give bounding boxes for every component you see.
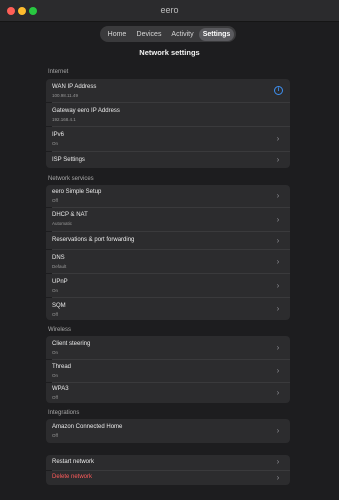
row-label: WAN IP Address xyxy=(52,84,97,90)
row-value: Off xyxy=(52,312,58,317)
row-label: Thread xyxy=(52,364,72,370)
chevron-right-icon: › xyxy=(276,236,280,245)
tab-activity[interactable]: Activity xyxy=(166,28,199,41)
client-steering-row[interactable]: Client steering On › xyxy=(46,336,290,359)
delete-network-label: Delete network xyxy=(52,474,93,480)
chevron-right-icon: › xyxy=(276,366,280,375)
chevron-right-icon: › xyxy=(276,257,280,266)
info-icon[interactable]: i xyxy=(274,86,283,95)
tab-devices[interactable]: Devices xyxy=(132,28,166,41)
chevron-right-icon: › xyxy=(276,155,280,164)
row-label: Amazon Connected Home xyxy=(52,424,123,430)
row-value: On xyxy=(52,373,59,378)
section-label-wireless: Wireless xyxy=(48,327,72,333)
main-tab-bar: Home Devices Activity Settings xyxy=(100,26,236,42)
tab-settings[interactable]: Settings xyxy=(199,27,234,41)
row-label: Gateway eero IP Address xyxy=(52,108,120,114)
chevron-right-icon: › xyxy=(276,191,280,200)
chevron-right-icon: › xyxy=(276,304,280,313)
section-label-network-services: Network services xyxy=(48,176,94,182)
row-value: Off xyxy=(52,395,58,400)
amazon-connected-home-row[interactable]: Amazon Connected Home Off › xyxy=(46,419,290,443)
row-label: WPA3 xyxy=(52,386,69,392)
row-label: SQM xyxy=(52,303,66,309)
row-label: Reservations & port forwarding xyxy=(52,237,135,243)
gateway-ip-address-row: Gateway eero IP Address 192.168.4.1 xyxy=(46,103,290,126)
chevron-right-icon: › xyxy=(276,457,280,466)
restart-network-label: Restart network xyxy=(52,459,95,465)
dns-row[interactable]: DNS Default › xyxy=(46,250,290,273)
row-value: On xyxy=(52,141,59,146)
ipv6-row[interactable]: IPv6 On › xyxy=(46,127,290,151)
thread-row[interactable]: Thread On › xyxy=(46,360,290,382)
chevron-right-icon: › xyxy=(276,388,280,397)
page-title: Network settings xyxy=(139,48,200,57)
row-value: On xyxy=(52,350,59,355)
row-value: Off xyxy=(52,198,58,203)
row-value: Automatic xyxy=(52,221,73,226)
row-label: IPv6 xyxy=(52,132,65,138)
section-label-integrations: Integrations xyxy=(48,410,80,416)
row-label: DHCP & NAT xyxy=(52,212,88,218)
chevron-right-icon: › xyxy=(276,281,280,290)
window-title: eero xyxy=(160,5,179,15)
eero-simple-setup-row[interactable]: eero Simple Setup Off › xyxy=(46,185,290,207)
dhcp-nat-row[interactable]: DHCP & NAT Automatic › xyxy=(46,208,290,231)
upnp-row[interactable]: UPnP On › xyxy=(46,274,290,297)
wan-ip-address-row[interactable]: WAN IP Address 100.98.11.49 i xyxy=(46,79,290,102)
restart-network-row[interactable]: Restart network › xyxy=(46,455,290,470)
isp-settings-row[interactable]: ISP Settings › xyxy=(46,152,290,168)
row-value: Default xyxy=(52,264,67,269)
row-value: Off xyxy=(52,433,58,438)
delete-network-row[interactable]: Delete network › xyxy=(46,471,290,485)
row-value: On xyxy=(52,288,59,293)
sqm-row[interactable]: SQM Off › xyxy=(46,298,290,320)
row-label: Client steering xyxy=(52,341,91,347)
reservations-port-forwarding-row[interactable]: Reservations & port forwarding › xyxy=(46,232,290,249)
row-label: ISP Settings xyxy=(52,157,85,163)
chevron-right-icon: › xyxy=(276,215,280,224)
window-titlebar: eero xyxy=(0,0,339,22)
row-value: 192.168.4.1 xyxy=(52,117,76,122)
section-label-internet: Internet xyxy=(48,69,69,75)
chevron-right-icon: › xyxy=(276,473,280,482)
tab-home[interactable]: Home xyxy=(102,28,132,41)
row-value: 100.98.11.49 xyxy=(52,93,78,98)
chevron-right-icon: › xyxy=(276,134,280,143)
row-label: UPnP xyxy=(52,279,68,285)
chevron-right-icon: › xyxy=(276,426,280,435)
wpa3-row[interactable]: WPA3 Off › xyxy=(46,383,290,403)
row-label: eero Simple Setup xyxy=(52,189,102,195)
row-label: DNS xyxy=(52,255,65,261)
chevron-right-icon: › xyxy=(276,343,280,352)
